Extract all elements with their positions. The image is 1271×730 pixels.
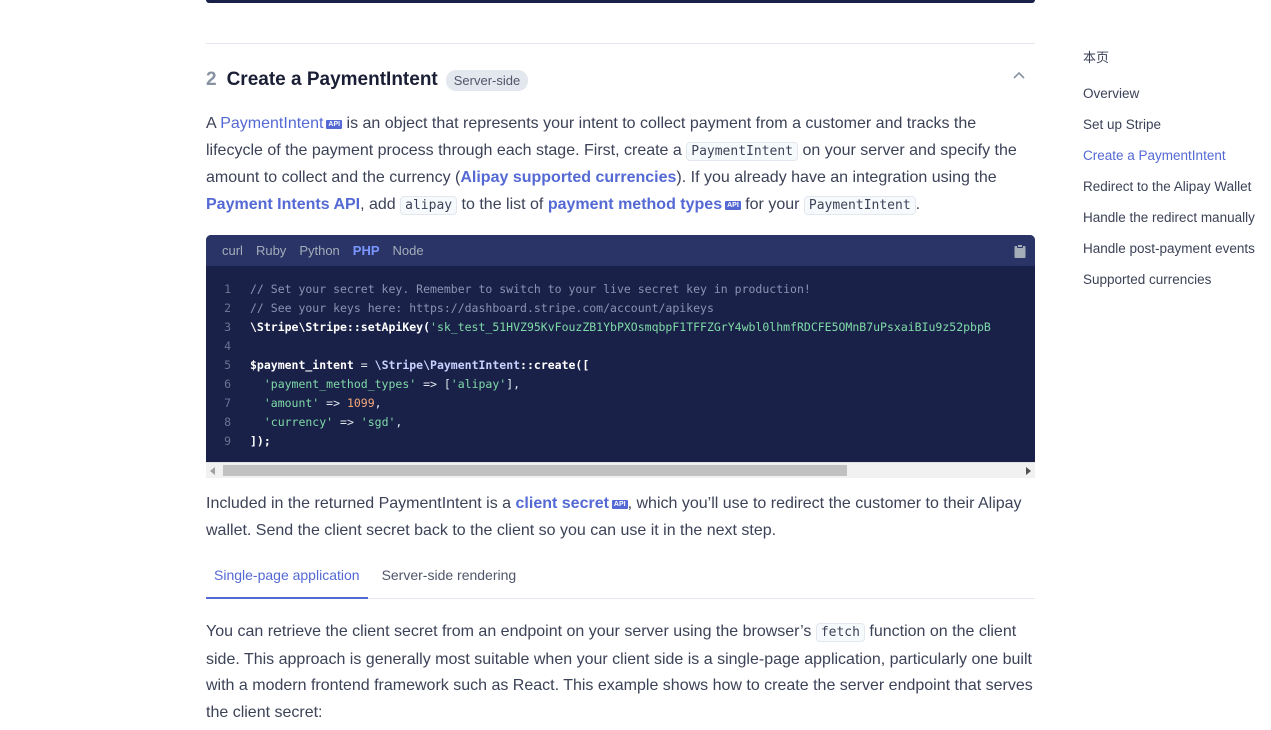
code-text: ::create([ bbox=[520, 358, 590, 372]
inline-code: fetch bbox=[815, 623, 865, 642]
code-line: 1 // Set your secret key. Remember to swi… bbox=[206, 280, 1035, 299]
code-sample: curl Ruby Python PHP Node 1 // Set your s… bbox=[206, 235, 1035, 478]
code-text: // Set your secret key. Remember to swit… bbox=[250, 282, 811, 296]
intro-text: ). If you already have an integration us… bbox=[676, 169, 997, 186]
code-text: 'currency' bbox=[250, 415, 334, 429]
code-line: 5 $payment_intent = \Stripe\PaymentIntent… bbox=[206, 356, 1035, 375]
line-number: 2 bbox=[224, 301, 231, 315]
code-text: 1099 bbox=[346, 396, 375, 410]
code-text: = bbox=[353, 358, 375, 372]
intro-text: , add bbox=[360, 195, 401, 213]
line-number: 3 bbox=[224, 320, 231, 334]
line-number: 8 bbox=[224, 415, 231, 429]
step-number: 2 bbox=[206, 69, 217, 90]
line-number: 4 bbox=[224, 339, 231, 353]
code-line: 9]); bbox=[206, 432, 1035, 451]
line-number: 1 bbox=[224, 282, 231, 296]
lang-tab-python[interactable]: Python bbox=[299, 243, 339, 258]
toc-item-handle-redirect-manually[interactable]: Handle the redirect manually bbox=[1083, 210, 1271, 241]
toc-item-supported-currencies[interactable]: Supported currencies bbox=[1083, 272, 1271, 303]
code-text: => [ bbox=[416, 377, 451, 391]
code-text: 'sk_test_51HVZ95KvFouzZB1YbPXOsmqbpF1TFF… bbox=[430, 320, 991, 334]
lang-tab-curl[interactable]: curl bbox=[222, 243, 243, 258]
line-number: 5 bbox=[224, 358, 231, 372]
client-secret-link[interactable]: client secret bbox=[516, 495, 609, 512]
code-text: 'amount' bbox=[250, 396, 320, 410]
api-badge: API bbox=[611, 500, 628, 509]
code-text: ]); bbox=[250, 434, 271, 448]
inline-code: PaymentIntent bbox=[686, 141, 798, 161]
toc-item-overview[interactable]: Overview bbox=[1083, 86, 1271, 117]
code-text: \Stripe\PaymentIntent bbox=[374, 358, 521, 372]
chevron-up-icon[interactable] bbox=[1011, 68, 1027, 84]
toc-item-handle-post-payment-events[interactable]: Handle post-payment events bbox=[1083, 241, 1271, 272]
intro-text: to the list of bbox=[457, 195, 548, 213]
step-title: Create a PaymentIntent bbox=[226, 69, 438, 90]
line-number: 6 bbox=[224, 377, 231, 391]
inline-code: PaymentIntent bbox=[803, 195, 916, 215]
code-text: => bbox=[319, 396, 347, 410]
code-line: 6 'payment_method_types' => ['alipay'], bbox=[206, 375, 1035, 394]
code-line: 7 'amount' => 1099, bbox=[206, 394, 1035, 413]
intro-text: for your bbox=[740, 195, 804, 213]
table-of-contents: 本页 Overview Set up Stripe Create a Payme… bbox=[1083, 47, 1271, 303]
section-divider bbox=[206, 43, 1035, 44]
intro-text: . bbox=[915, 195, 921, 213]
code-line: 2 // See your keys here: https://dashboar… bbox=[206, 299, 1035, 318]
paragraph-text: Included in the returned PaymentIntent i… bbox=[206, 495, 516, 512]
client-secret-paragraph: Included in the returned PaymentIntent i… bbox=[206, 491, 1035, 544]
toc-item-create-paymentintent[interactable]: Create a PaymentIntent bbox=[1083, 148, 1271, 179]
lang-tab-php[interactable]: PHP bbox=[353, 243, 380, 258]
code-text: // See your keys here: https://dashboard… bbox=[250, 301, 714, 315]
code-line: 3 \Stripe\Stripe::setApiKey('sk_test_51HV… bbox=[206, 318, 1035, 337]
intro-paragraph: A PaymentIntent API is an object that rep… bbox=[206, 111, 1035, 219]
tab-single-page-application[interactable]: Single-page application bbox=[206, 559, 368, 599]
code-text: , bbox=[374, 396, 382, 410]
code-line: 8 'currency' => 'sgd', bbox=[206, 413, 1035, 432]
code-horizontal-scrollbar[interactable] bbox=[206, 462, 1035, 478]
scroll-left-arrow-icon[interactable] bbox=[210, 467, 215, 475]
api-badge: API bbox=[725, 200, 741, 210]
integration-tabs: Single-page application Server-side rend… bbox=[206, 559, 1035, 599]
alipay-currencies-link[interactable]: Alipay supported currencies bbox=[460, 169, 676, 186]
paymentintent-link[interactable]: PaymentIntent bbox=[220, 115, 323, 132]
code-text: $payment_intent bbox=[250, 358, 354, 372]
scroll-right-arrow-icon[interactable] bbox=[1026, 467, 1031, 475]
api-badge: API bbox=[326, 120, 343, 129]
lang-tab-ruby[interactable]: Ruby bbox=[256, 243, 286, 258]
toc-item-redirect-to-alipay-wallet[interactable]: Redirect to the Alipay Wallet bbox=[1083, 179, 1271, 210]
language-tabs: curl Ruby Python PHP Node bbox=[206, 235, 1035, 266]
scrollbar-thumb[interactable] bbox=[223, 465, 847, 476]
code-text: 'sgd' bbox=[360, 415, 396, 429]
toc-item-set-up-stripe[interactable]: Set up Stripe bbox=[1083, 117, 1271, 148]
server-side-badge: Server-side bbox=[445, 69, 529, 91]
code-text: => bbox=[333, 415, 361, 429]
line-number: 9 bbox=[224, 434, 231, 448]
paragraph-text: You can retrieve the client secret from … bbox=[206, 623, 816, 640]
payment-method-types-link[interactable]: payment method types bbox=[548, 196, 722, 213]
inline-code: alipay bbox=[400, 195, 458, 215]
code-body: 1 // Set your secret key. Remember to swi… bbox=[206, 266, 1035, 451]
intro-text: A bbox=[206, 115, 221, 132]
lang-tab-node[interactable]: Node bbox=[393, 243, 424, 258]
code-text: ], bbox=[506, 377, 521, 391]
code-text: , bbox=[395, 415, 403, 429]
tab-server-side-rendering[interactable]: Server-side rendering bbox=[374, 559, 525, 599]
clipboard-icon[interactable] bbox=[1014, 244, 1026, 258]
toc-title: 本页 bbox=[1083, 50, 1110, 65]
payment-intents-api-link[interactable]: Payment Intents API bbox=[206, 196, 360, 213]
previous-code-block-edge bbox=[206, 0, 1035, 3]
fetch-paragraph: You can retrieve the client secret from … bbox=[206, 619, 1035, 726]
code-line: 4 bbox=[206, 337, 1035, 356]
line-number: 7 bbox=[224, 396, 231, 410]
step-header: 2 Create a PaymentIntent Server-side bbox=[206, 66, 1035, 94]
code-text: \Stripe\Stripe::setApiKey( bbox=[250, 320, 431, 334]
code-text: 'alipay' bbox=[450, 377, 507, 391]
code-text: 'payment_method_types' bbox=[250, 377, 417, 391]
